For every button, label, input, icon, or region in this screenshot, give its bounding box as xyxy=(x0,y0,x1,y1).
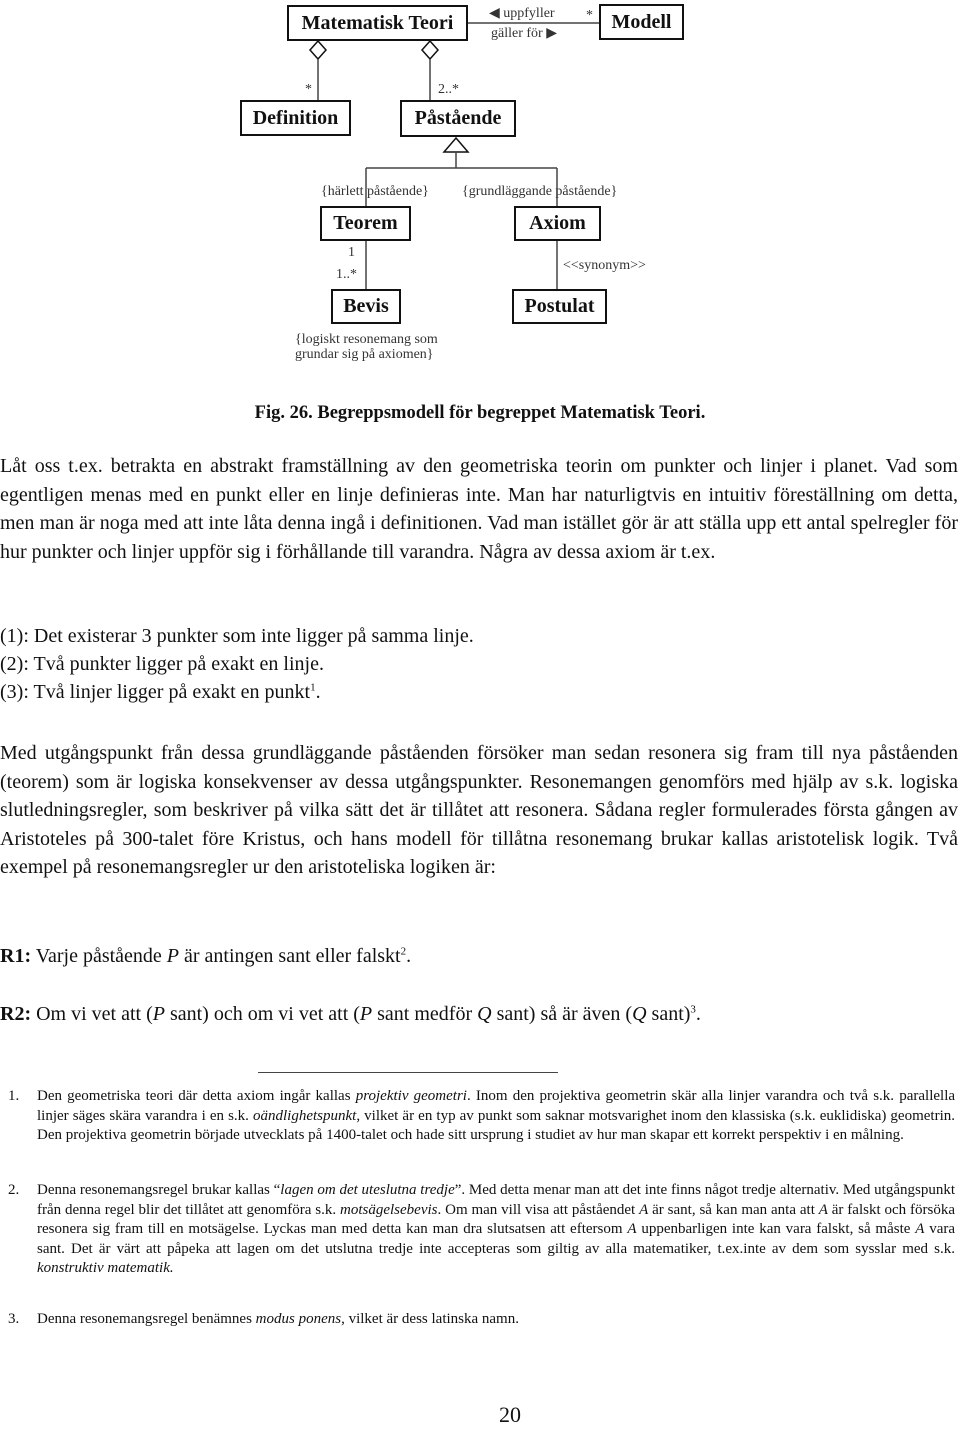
bevis-note-line1: {logiskt resonemang som xyxy=(295,332,438,347)
multiplicity-modell: * xyxy=(586,8,593,23)
rule-r2: R2: Om vi vet att (P sant) och om vi vet… xyxy=(0,1003,701,1026)
footnote-text: , vilket är dess latinska namn. xyxy=(341,1311,519,1327)
box-matematisk-teori: Matematisk Teori xyxy=(287,5,468,41)
footnote-text: uppenbarligen inte kan vara falskt, så m… xyxy=(636,1221,916,1237)
rule-r1-label: R1: xyxy=(0,945,32,967)
axiom-text: (3): Två linjer ligger på exakt en punkt xyxy=(0,681,311,703)
footnote-text: Denna resonemangsregel brukar kallas “ xyxy=(37,1182,281,1198)
multiplicity-pastaende: 2..* xyxy=(438,82,459,97)
footnote-emphasis: lagen om det uteslutna tredje xyxy=(280,1182,455,1198)
box-definition: Definition xyxy=(240,100,351,136)
box-postulat: Postulat xyxy=(512,289,607,324)
box-axiom-label: Axiom xyxy=(529,212,586,234)
multiplicity-definition: * xyxy=(305,82,312,97)
footnote-text: Denna resonemangsregel benämnes xyxy=(37,1311,256,1327)
box-axiom: Axiom xyxy=(514,206,601,241)
rule-r1-end: . xyxy=(406,945,412,967)
box-teorem: Teorem xyxy=(320,206,411,241)
box-pastaende-label: Påstående xyxy=(414,107,502,129)
footnote-emphasis: A xyxy=(627,1221,637,1237)
page-number: 20 xyxy=(499,1402,521,1427)
axiom-text: (2): Två punkter ligger på exakt en linj… xyxy=(0,653,324,675)
constraint-harlett-pastaende: {härlett påstående} xyxy=(321,184,429,199)
footnote-emphasis: motsägelsebevis xyxy=(340,1201,438,1218)
box-modell-label: Modell xyxy=(611,10,672,33)
footnote-number: 1. xyxy=(8,1088,20,1104)
axiom-item: (2): Två punkter ligger på exakt en linj… xyxy=(0,650,474,678)
footnote-3: 3. Denna resonemangsregel benämnes modus… xyxy=(0,1310,955,1330)
rule-r2-label: R2: xyxy=(0,1003,32,1025)
bevis-note-line2: grundar sig på axiomen} xyxy=(295,347,434,362)
footnote-number: 3. xyxy=(8,1311,20,1327)
rule-r2-text: Om vi vet att ( xyxy=(31,1003,153,1025)
aggregation-diamond-definition xyxy=(308,39,328,61)
footnote-text: . Om man vill visa att påståendet xyxy=(437,1201,640,1218)
axiom-text: (1): Det existerar 3 punkter som inte li… xyxy=(0,625,474,647)
box-postulat-label: Postulat xyxy=(524,295,595,317)
rule-r2-text: sant) så är även ( xyxy=(491,1003,633,1025)
multiplicity-bevis: 1..* xyxy=(336,267,357,282)
footnote-text: Den geometriska teori där detta axiom in… xyxy=(37,1088,356,1104)
footnote-1: 1. Den geometriska teori där detta axiom… xyxy=(0,1087,955,1146)
constraint-grundlaggande-pastaende: {grundläggande påstående} xyxy=(462,184,618,199)
footnote-emphasis: oändlighetspunkt xyxy=(253,1107,357,1124)
rule-r2-variable: Q xyxy=(632,1003,647,1025)
box-modell: Modell xyxy=(599,4,684,40)
stereotype-synonym: <<synonym>> xyxy=(563,258,646,273)
box-pastaende: Påstående xyxy=(400,100,516,137)
rule-r1-variable: P xyxy=(166,945,180,967)
axiom-item: (1): Det existerar 3 punkter som inte li… xyxy=(0,622,474,650)
reasoning-paragraph: Med utgångspunkt från dessa grundläggand… xyxy=(0,739,958,882)
multiplicity-teorem: 1 xyxy=(348,245,355,260)
footnote-emphasis: modus ponens xyxy=(255,1311,342,1327)
footnote-emphasis: konstruktiv matematik. xyxy=(37,1260,174,1276)
rule-r2-end: . xyxy=(695,1003,701,1025)
rule-r2-text: sant) och om vi vet att ( xyxy=(164,1003,360,1025)
rule-r1-text: är antingen sant eller falskt xyxy=(179,945,401,967)
rule-r1: R1: Varje påstående P är antingen sant e… xyxy=(0,945,411,968)
axiom-end: . xyxy=(315,681,321,703)
box-matematisk-teori-label: Matematisk Teori xyxy=(301,11,454,34)
box-bevis: Bevis xyxy=(331,289,401,324)
rule-r2-text: sant) xyxy=(646,1003,691,1025)
intro-paragraph: Låt oss t.ex. betrakta en abstrakt frams… xyxy=(0,452,958,566)
footnote-2: 2. Denna resonemangsregel brukar kallas … xyxy=(0,1181,955,1279)
rule-r2-variable: Q xyxy=(477,1003,492,1025)
footnote-text: är sant, så kan man anta att xyxy=(648,1201,819,1218)
reasoning-paragraph-text: Med utgångspunkt från dessa grundläggand… xyxy=(0,742,958,878)
footnote-emphasis: projektiv geometri xyxy=(355,1088,467,1104)
generalization-triangle xyxy=(442,136,470,153)
aggregation-diamond-pastaende xyxy=(420,39,440,61)
box-definition-label: Definition xyxy=(252,106,339,129)
footnote-emphasis: A xyxy=(915,1221,925,1237)
footnote-emphasis: A xyxy=(639,1201,649,1218)
footnote-emphasis: A xyxy=(818,1201,828,1218)
concept-model-diagram: Matematisk Teori Modell Definition Påstå… xyxy=(0,0,960,370)
figure-caption: Fig. 26. Begreppsmodell för begreppet Ma… xyxy=(254,403,706,423)
footnote-body: Den geometriska teori där detta axiom in… xyxy=(37,1087,955,1146)
axiom-item: (3): Två linjer ligger på exakt en punkt… xyxy=(0,678,474,706)
role-label-uppfyller: ◀ uppfyller xyxy=(489,6,555,21)
box-bevis-label: Bevis xyxy=(343,295,389,317)
footnote-body: Denna resonemangsregel benämnes modus po… xyxy=(37,1310,955,1330)
box-teorem-label: Teorem xyxy=(333,212,398,234)
intro-paragraph-text: Låt oss t.ex. betrakta en abstrakt frams… xyxy=(0,455,958,563)
footnote-body: Denna resonemangsregel brukar kallas “la… xyxy=(37,1181,955,1279)
rule-r2-variable: P xyxy=(359,1003,373,1025)
axiom-list: (1): Det existerar 3 punkter som inte li… xyxy=(0,622,474,706)
role-label-galler-for: gäller för ▶ xyxy=(491,26,557,41)
rule-r2-text: sant medför xyxy=(372,1003,478,1025)
rule-r1-text: Varje påstående xyxy=(31,945,167,967)
footnote-number: 2. xyxy=(8,1182,20,1198)
footnote-separator xyxy=(258,1072,558,1073)
rule-r2-variable: P xyxy=(152,1003,165,1025)
